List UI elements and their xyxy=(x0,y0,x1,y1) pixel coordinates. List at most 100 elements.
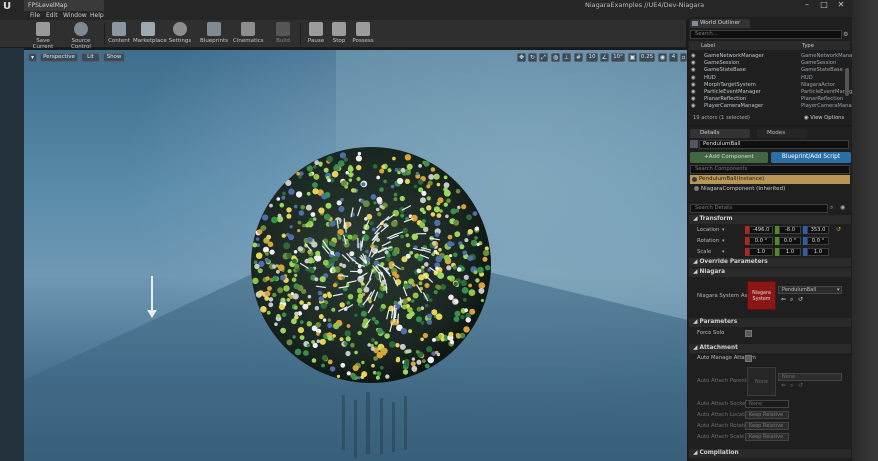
browse-search-icon[interactable]: ⌕ xyxy=(790,296,793,304)
compilation-section-header[interactable]: ◢ Compilation xyxy=(689,449,851,458)
outliner-row[interactable]: ◉ PlayerCameraManager PlayerCameraManager xyxy=(689,103,860,110)
pause-button[interactable]: Pause xyxy=(305,22,327,48)
rotation-dropdown-icon[interactable]: ▾ xyxy=(722,238,727,244)
details-tab[interactable]: Details xyxy=(690,129,750,138)
use-selected-arrow-icon[interactable]: ⇐ xyxy=(781,296,786,303)
add-component-button[interactable]: +Add Component xyxy=(690,152,768,163)
location-y-field[interactable]: -8.0 xyxy=(779,226,801,234)
settings-button[interactable]: Settings xyxy=(167,22,193,48)
surface-snap-icon[interactable]: ⊥ xyxy=(562,53,571,62)
visibility-eye-icon[interactable]: ◉ xyxy=(691,75,696,82)
scale-snap-icon[interactable]: ▣ xyxy=(628,53,637,62)
outliner-row[interactable]: ◉ PlanarReflection PlanarReflection xyxy=(689,96,850,103)
grid-size[interactable]: 10 xyxy=(586,53,598,62)
particle xyxy=(413,184,418,189)
scale-icon[interactable]: ⤢ xyxy=(539,53,548,62)
clear-asset-icon[interactable]: ↺ xyxy=(798,296,803,303)
rotation-y-field[interactable]: 0.0 ° xyxy=(779,237,801,245)
scale-y-field[interactable]: 1.0 xyxy=(779,248,801,256)
niagara-asset-dropdown[interactable]: PendulumBall xyxy=(778,286,842,294)
visibility-eye-icon[interactable]: ◉ xyxy=(691,103,696,110)
visibility-eye-icon[interactable]: ◉ xyxy=(691,67,696,74)
camera-speed-value[interactable]: 4 xyxy=(669,53,678,62)
rotation-x-field[interactable]: 0.0 ° xyxy=(749,237,773,245)
show-button[interactable]: Show xyxy=(103,53,125,62)
search-components-input[interactable]: Search Components xyxy=(690,165,850,174)
visibility-eye-icon[interactable]: ◉ xyxy=(691,53,696,60)
menu-help[interactable]: Help xyxy=(90,12,104,20)
outliner-type-header[interactable]: Type xyxy=(802,43,814,49)
search-icon[interactable]: ⌕ xyxy=(830,204,838,213)
scale-x-field[interactable]: 1.0 xyxy=(749,248,773,256)
translate-icon[interactable]: ✥ xyxy=(517,53,526,62)
particle xyxy=(379,307,384,312)
attachment-section-header[interactable]: ◢ Attachment xyxy=(689,344,851,353)
grid-snap-icon[interactable]: # xyxy=(574,53,583,62)
view-options-button[interactable]: ◉ View Options xyxy=(804,115,844,121)
niagara-asset-thumbnail[interactable]: Niagara System xyxy=(747,281,776,310)
scale-z-field[interactable]: 1.0 xyxy=(807,248,829,256)
outliner-settings-icon[interactable]: ⚙ xyxy=(843,31,850,38)
particle xyxy=(276,269,280,274)
close-icon[interactable]: ✕ xyxy=(834,0,848,10)
search-details-input[interactable]: Search Details xyxy=(690,204,828,213)
level-viewport[interactable] xyxy=(24,50,687,461)
override-parameters-header[interactable]: ◢ Override Parameters xyxy=(689,258,851,267)
outliner-scrollbar[interactable] xyxy=(845,68,849,96)
rotate-icon[interactable]: ↻ xyxy=(528,53,537,62)
menu-edit[interactable]: Edit xyxy=(46,12,58,20)
blueprint-add-script-button[interactable]: Blueprint/Add Script xyxy=(771,152,851,163)
visibility-eye-icon[interactable]: ◉ xyxy=(691,96,696,103)
stop-button[interactable]: Stop xyxy=(329,22,349,48)
outliner-row[interactable]: ◉ HUD HUD xyxy=(689,75,850,82)
build-button[interactable]: Build xyxy=(271,22,295,48)
angle-value[interactable]: 10° xyxy=(611,53,625,62)
cinematics-button[interactable]: Cinematics xyxy=(233,22,264,48)
maximize-viewport-icon[interactable]: ▫ xyxy=(680,53,687,62)
niagara-section-header[interactable]: ◢ Niagara xyxy=(689,268,851,277)
reset-location-icon[interactable]: ↺ xyxy=(836,226,841,233)
lit-button[interactable]: Lit xyxy=(81,53,100,62)
minimize-icon[interactable]: – xyxy=(800,0,814,10)
component-niagara-label[interactable]: NiagaraComponent (Inherited) xyxy=(701,186,785,192)
outliner-row[interactable]: ◉ GameStateBase GameStateBase xyxy=(689,67,850,74)
content-button[interactable]: Content xyxy=(107,22,131,48)
level-tab[interactable]: FPSLevelMap xyxy=(24,0,104,11)
auto-manage-checkbox[interactable] xyxy=(745,355,752,362)
menu-window[interactable]: Window xyxy=(63,12,87,20)
source-control-button[interactable]: Source Control xyxy=(62,22,100,50)
location-dropdown-icon[interactable]: ▾ xyxy=(722,227,727,233)
possess-button[interactable]: Possess xyxy=(350,22,376,48)
location-x-field[interactable]: -496.0 xyxy=(749,226,773,234)
outliner-label-header[interactable]: Label xyxy=(701,43,715,49)
eye-toggle-icon[interactable]: ◉ xyxy=(840,204,849,213)
viewport-menu-icon[interactable]: ▾ xyxy=(28,53,37,62)
force-solo-checkbox[interactable] xyxy=(745,330,752,337)
location-z-field[interactable]: 353.0 xyxy=(807,226,829,234)
outliner-search-input[interactable]: Search... xyxy=(690,30,842,39)
parameters-section-header[interactable]: ◢ Parameters xyxy=(689,318,851,327)
transform-section-header[interactable]: ◢ Transform xyxy=(689,215,851,224)
perspective-button[interactable]: Perspective xyxy=(40,53,78,62)
scale-snap-value[interactable]: 0.25 xyxy=(639,53,655,62)
blueprints-button[interactable]: Blueprints xyxy=(199,22,229,48)
camera-speed-icon[interactable]: ◉ xyxy=(658,53,667,62)
rotation-z-field[interactable]: 0.0 ° xyxy=(807,237,829,245)
actor-name-field[interactable]: PendulumBall xyxy=(699,140,849,149)
modes-tab[interactable]: Modes xyxy=(757,129,807,138)
save-current-button[interactable]: Save Current xyxy=(27,22,59,50)
outliner-row[interactable]: ◉ GameSession GameSession xyxy=(689,60,850,67)
angle-snap-icon[interactable]: ∠ xyxy=(600,53,609,62)
world-icon[interactable]: ◍ xyxy=(551,53,560,62)
marketplace-button[interactable]: Marketplace xyxy=(133,22,167,48)
visibility-eye-icon[interactable]: ◉ xyxy=(691,60,696,67)
outliner-row[interactable]: ◉ GameNetworkManager GameNetworkManager xyxy=(689,53,861,60)
maximize-icon[interactable]: □ xyxy=(817,0,831,10)
outliner-row[interactable]: ◉ ParticleEventManager ParticleEventManage… xyxy=(689,89,858,96)
visibility-eye-icon[interactable]: ◉ xyxy=(691,82,696,89)
menu-file[interactable]: File xyxy=(30,12,40,20)
world-outliner-tab[interactable]: World Outliner xyxy=(690,19,750,28)
outliner-row[interactable]: ◉ MorphTargetSystem NiagaraActor xyxy=(689,82,850,89)
scale-dropdown-icon[interactable]: ▾ xyxy=(722,249,727,255)
visibility-eye-icon[interactable]: ◉ xyxy=(691,89,696,96)
